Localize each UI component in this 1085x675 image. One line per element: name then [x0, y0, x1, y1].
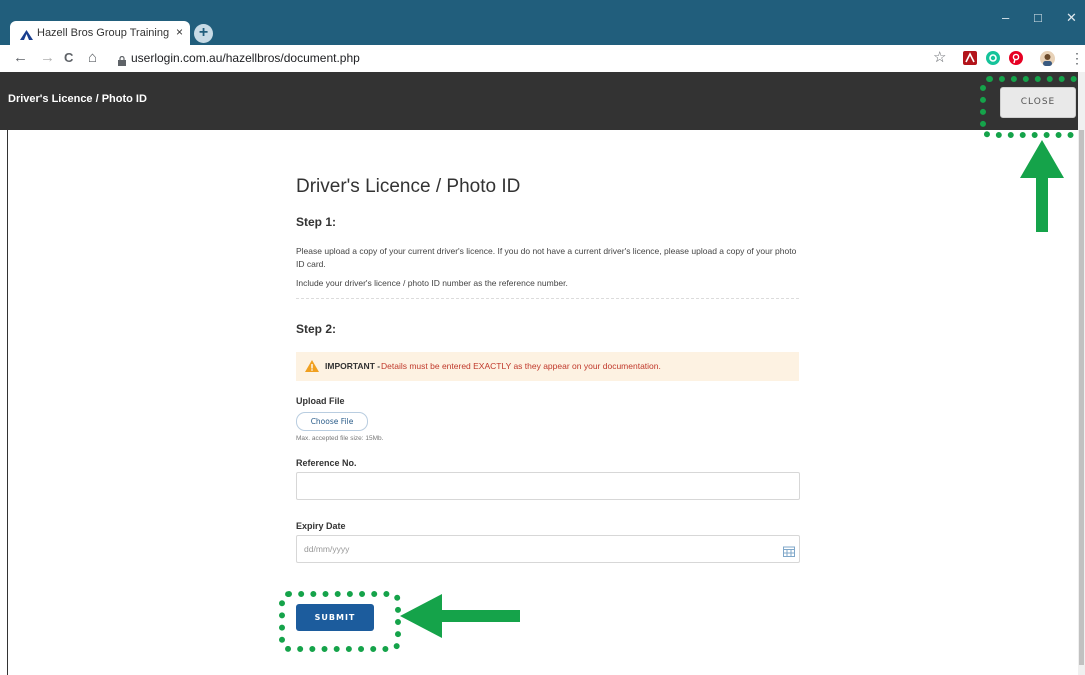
expiry-date-input[interactable]: dd/mm/yyyy	[296, 535, 800, 563]
step1-title: Step 1:	[296, 215, 337, 229]
forward-icon[interactable]: →	[40, 49, 55, 67]
scrollbar-thumb[interactable]	[1079, 130, 1084, 665]
file-size-hint: Max. accepted file size: 15Mb.	[296, 435, 384, 442]
back-icon[interactable]: ←	[13, 49, 28, 67]
minimize-icon[interactable]: –	[1002, 10, 1009, 25]
pinterest-icon[interactable]	[1009, 51, 1023, 65]
page-border	[7, 130, 8, 675]
alert-label: IMPORTANT -	[325, 361, 381, 371]
window-close-icon[interactable]: ✕	[1066, 10, 1077, 26]
home-icon[interactable]: ⌂	[88, 49, 97, 67]
lock-icon	[118, 53, 126, 71]
page-header: Driver's Licence / Photo ID	[0, 72, 1078, 130]
grammarly-icon[interactable]	[986, 51, 1000, 65]
tab-close-icon[interactable]: ×	[176, 24, 183, 40]
arrow-left-annotation-icon	[400, 594, 520, 638]
close-highlight-annotation	[980, 76, 1085, 138]
expiry-placeholder: dd/mm/yyyy	[304, 544, 350, 554]
step2-title: Step 2:	[296, 322, 337, 336]
upload-file-label: Upload File	[296, 396, 345, 406]
reference-label: Reference No.	[296, 458, 357, 468]
profile-avatar-icon[interactable]	[1040, 51, 1055, 66]
important-alert: IMPORTANT - Details must be entered EXAC…	[296, 352, 799, 381]
bookmark-star-icon[interactable]: ☆	[933, 49, 946, 67]
address-bar[interactable]: userlogin.com.au/hazellbros/document.php	[131, 51, 360, 66]
header-title: Driver's Licence / Photo ID	[8, 93, 147, 105]
submit-highlight-annotation	[279, 591, 401, 652]
arrow-up-annotation-icon	[1020, 140, 1064, 232]
alert-message: Details must be entered EXACTLY as they …	[381, 361, 661, 371]
page-title: Driver's Licence / Photo ID	[296, 176, 521, 197]
maximize-icon[interactable]: □	[1034, 10, 1042, 25]
browser-tab[interactable]: Hazell Bros Group Training Platfo ×	[10, 21, 190, 45]
browser-toolbar: ← → C ⌂ userlogin.com.au/hazellbros/docu…	[0, 45, 1085, 73]
choose-file-button[interactable]: Choose File	[296, 412, 368, 431]
calendar-icon[interactable]	[783, 544, 795, 562]
new-tab-button[interactable]: +	[194, 24, 213, 43]
app-favicon-icon	[20, 27, 33, 45]
step1-reference-note: Include your driver's licence / photo ID…	[296, 278, 568, 288]
reload-icon[interactable]: C	[64, 49, 73, 67]
browser-tabstrip: Hazell Bros Group Training Platfo × + – …	[0, 0, 1085, 45]
tab-title: Hazell Bros Group Training Platfo	[37, 27, 173, 39]
pdf-extension-icon[interactable]	[963, 51, 977, 65]
step1-instructions: Please upload a copy of your current dri…	[296, 246, 797, 269]
divider	[296, 298, 799, 299]
browser-menu-icon[interactable]: ⋮	[1070, 49, 1084, 67]
reference-input[interactable]	[296, 472, 800, 500]
warning-icon	[305, 359, 319, 377]
expiry-label: Expiry Date	[296, 521, 346, 531]
